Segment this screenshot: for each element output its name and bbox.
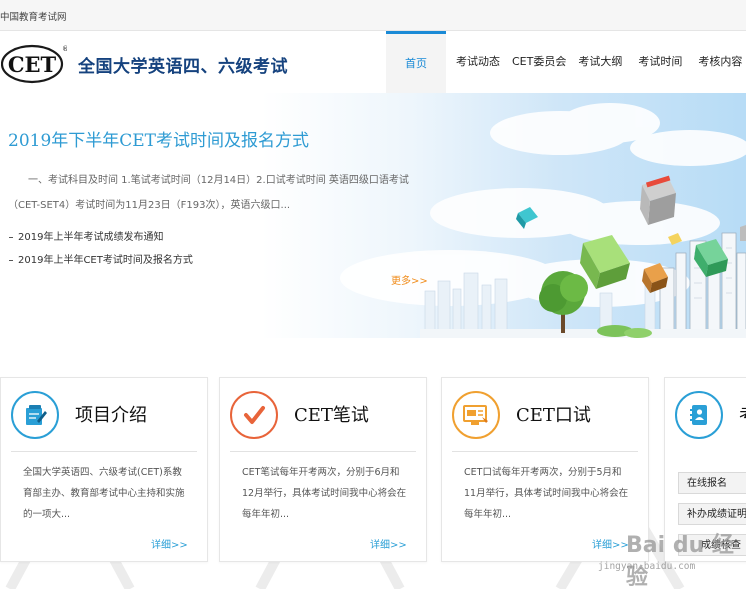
more-link[interactable]: 更多>> bbox=[391, 272, 428, 287]
news-list: 2019年上半年考试成绩发布通知 2019年上半年CET考试时间及报名方式 bbox=[8, 226, 193, 272]
nav-exam-content[interactable]: 考核内容 bbox=[688, 31, 746, 93]
card-detail-link[interactable]: 详细>> bbox=[370, 536, 407, 551]
headline[interactable]: 2019年下半年CET考试时间及报名方式 bbox=[8, 126, 309, 151]
card-title: 项目介绍 bbox=[75, 405, 147, 426]
news-item[interactable]: 2019年上半年考试成绩发布通知 bbox=[8, 226, 193, 249]
cet-logo[interactable]: CET ® bbox=[0, 43, 69, 84]
card-description: CET口试每年开考两次，分别于5月和11月举行，具体考试时间我中心将会在每年年初… bbox=[464, 467, 629, 520]
monitor-chat-icon bbox=[452, 391, 500, 439]
nav-exam-time[interactable]: 考试时间 bbox=[628, 31, 688, 93]
watermark-text: Bai du 经验 bbox=[626, 533, 734, 590]
main-nav: 首页 考试动态 CET委员会 考试大纲 考试时间 考核内容 bbox=[386, 31, 746, 93]
logo-text: CET bbox=[8, 52, 57, 77]
checkmark-icon bbox=[230, 391, 278, 439]
card-cet-oral[interactable]: CET口试 CET口试每年开考两次，分别于5月和11月举行，具体考试时间我中心将… bbox=[441, 377, 649, 562]
nav-exam-news[interactable]: 考试动态 bbox=[446, 31, 506, 93]
card-divider bbox=[452, 451, 638, 452]
card-description: CET笔试每年开考两次，分别于6月和12月举行，具体考试时间我中心将会在每年年初… bbox=[242, 467, 407, 520]
card-title: CET笔试 bbox=[294, 405, 369, 426]
reissue-score-certificate-button[interactable]: 补办成绩证明 bbox=[678, 503, 746, 525]
card-divider bbox=[11, 451, 197, 452]
news-item[interactable]: 2019年上半年CET考试时间及报名方式 bbox=[8, 249, 193, 272]
card-detail-link[interactable]: 详细>> bbox=[592, 536, 629, 551]
site-name[interactable]: 中国教育考试网 bbox=[0, 9, 67, 23]
nav-cet-committee[interactable]: CET委员会 bbox=[506, 31, 572, 93]
logo-registered: ® bbox=[62, 45, 67, 53]
document-edit-icon bbox=[11, 391, 59, 439]
contact-book-icon bbox=[675, 391, 723, 439]
site-title[interactable]: 全国大学英语四、六级考试 bbox=[78, 52, 288, 77]
card-description: 全国大学英语四、六级考试(CET)系教育部主办、教育部考试中心主持和实施的一项大… bbox=[23, 467, 185, 520]
header: CET ® 全国大学英语四、六级考试 首页 考试动态 CET委员会 考试大纲 考… bbox=[0, 31, 746, 93]
card-detail-link[interactable]: 详细>> bbox=[151, 536, 188, 551]
card-project-intro[interactable]: 项目介绍 全国大学英语四、六级考试(CET)系教育部主办、教育部考试中心主持和实… bbox=[0, 377, 208, 562]
card-divider bbox=[230, 451, 416, 452]
hero-banner: 2019年下半年CET考试时间及报名方式 一、考试科目及时间 1.笔试考试时间（… bbox=[0, 93, 746, 339]
online-registration-button[interactable]: 在线报名 bbox=[678, 472, 746, 494]
watermark-url: jingyan.baidu.com bbox=[598, 561, 696, 572]
nav-home[interactable]: 首页 bbox=[386, 31, 446, 93]
card-title: 考 bbox=[739, 401, 746, 427]
card-cet-written[interactable]: CET笔试 CET笔试每年开考两次，分别于6月和12月举行，具体考试时间我中心将… bbox=[219, 377, 427, 562]
headline-summary: 一、考试科目及时间 1.笔试考试时间（12月14日）2.口试考试时间 英语四级口… bbox=[8, 175, 409, 211]
nav-syllabus[interactable]: 考试大纲 bbox=[572, 31, 628, 93]
card-title: CET口试 bbox=[516, 405, 591, 426]
top-bar: 中国教育考试网 bbox=[0, 0, 746, 31]
